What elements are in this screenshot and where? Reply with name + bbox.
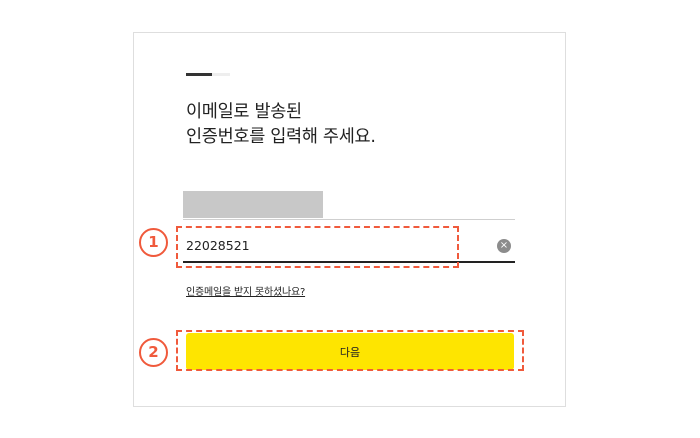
- progress-bar: [186, 73, 230, 76]
- annotation-box-1: [176, 226, 459, 268]
- email-underline: [183, 219, 515, 220]
- title-line-1: 이메일로 발송된: [186, 102, 302, 122]
- clear-input-icon[interactable]: ×: [497, 239, 511, 253]
- title-line-2: 인증번호를 입력해 주세요.: [186, 127, 376, 147]
- masked-email-field: [183, 191, 323, 218]
- annotation-marker-2: 2: [139, 338, 168, 367]
- resend-email-link[interactable]: 인증메일을 받지 못하셨나요?: [186, 283, 305, 298]
- annotation-marker-1: 1: [139, 228, 168, 257]
- annotation-box-2: [176, 330, 524, 371]
- page-title: 이메일로 발송된 인증번호를 입력해 주세요.: [186, 100, 376, 150]
- progress-fill: [186, 73, 213, 76]
